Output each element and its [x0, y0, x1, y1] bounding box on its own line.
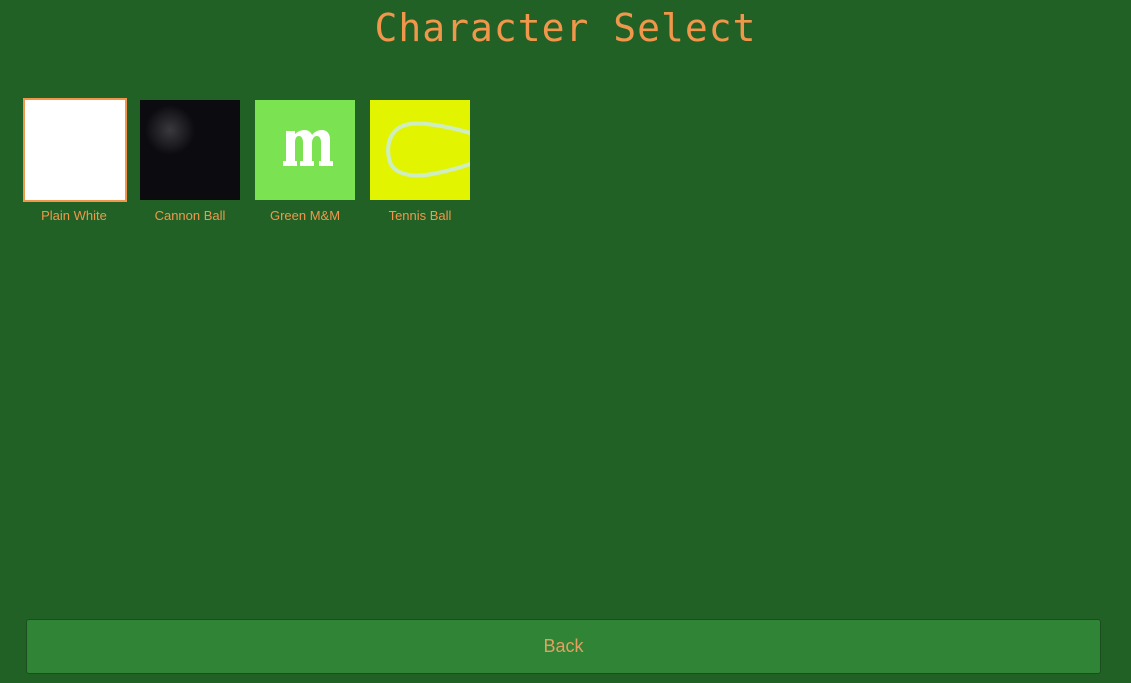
m-logo-icon	[255, 100, 355, 200]
white-ball-icon	[25, 100, 125, 200]
character-card-tennis-ball[interactable]: Tennis Ball	[355, 100, 470, 230]
character-card-green-mm[interactable]: Green M&M	[240, 100, 355, 230]
tennis-ball-icon	[370, 100, 470, 200]
character-card-cannon-ball[interactable]: Cannon Ball	[125, 100, 240, 230]
page-title: Character Select	[374, 6, 757, 50]
character-label: Green M&M	[269, 208, 341, 223]
cannon-ball-swatch[interactable]	[140, 100, 240, 200]
green-mm-swatch[interactable]	[255, 100, 355, 200]
tennis-ball-swatch[interactable]	[370, 100, 470, 200]
character-label: Cannon Ball	[154, 208, 226, 223]
character-label: Plain White	[41, 208, 107, 223]
back-button[interactable]: Back	[26, 619, 1101, 674]
cannon-ball-icon	[140, 100, 240, 200]
white-swatch[interactable]	[23, 98, 127, 202]
character-label: Tennis Ball	[388, 208, 452, 223]
character-card-plain-white[interactable]: Plain White	[15, 98, 130, 230]
